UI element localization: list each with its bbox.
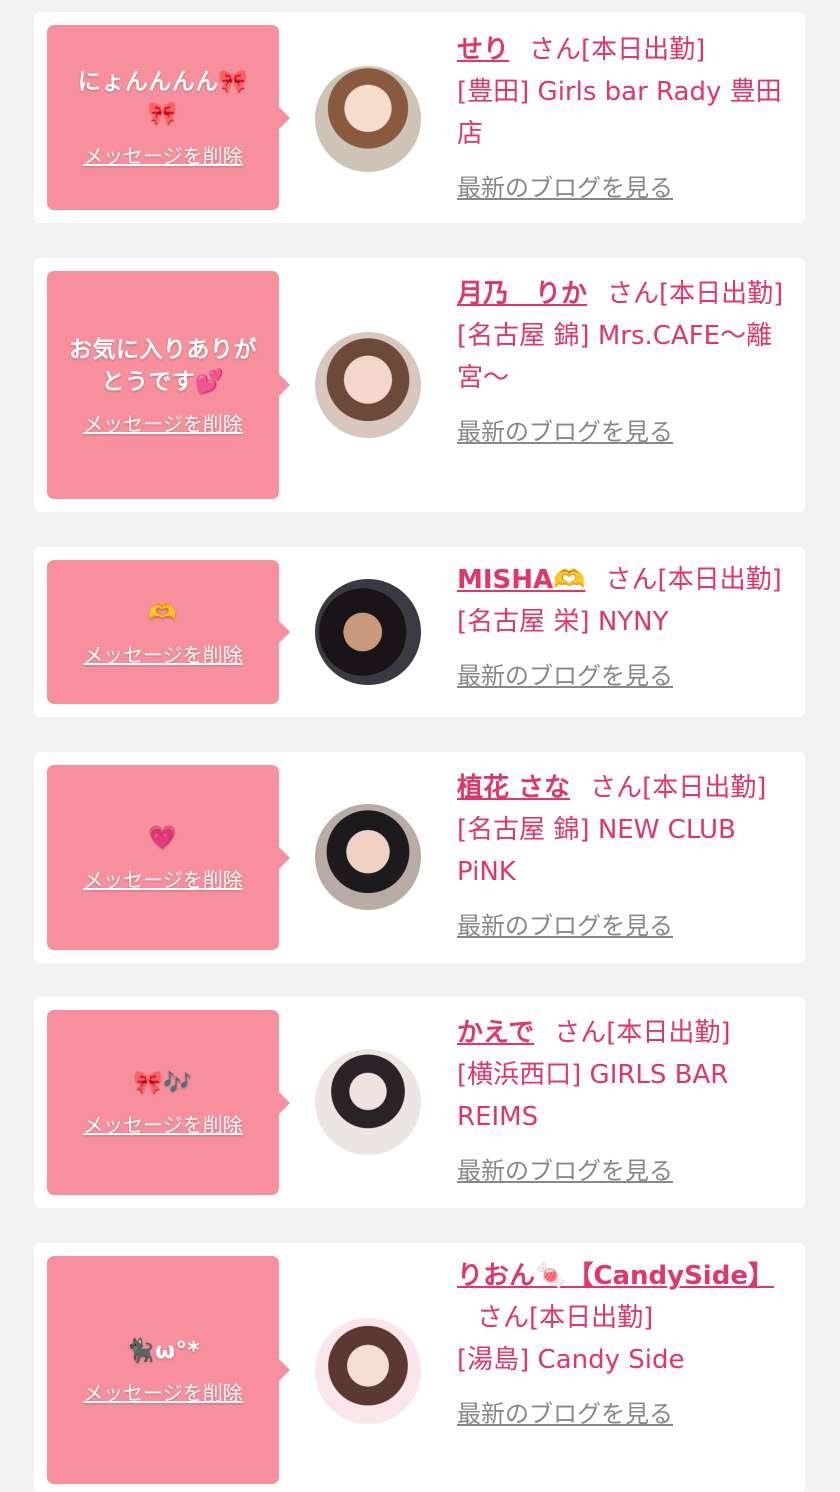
- blog-link[interactable]: 最新のブログを見る: [457, 167, 797, 209]
- cast-name-link[interactable]: かえで: [457, 1018, 534, 1048]
- blog-link[interactable]: 最新のブログを見る: [457, 905, 797, 947]
- cast-suffix: さん[本日出勤]: [607, 279, 784, 309]
- cast-suffix: さん[本日出勤]: [605, 565, 782, 595]
- message-bubble: お気に入りありがとうです💕 メッセージを削除: [47, 271, 290, 499]
- delete-message-link[interactable]: メッセージを削除: [83, 1377, 243, 1406]
- shop-name: [名古屋 栄] NYNY: [457, 607, 669, 637]
- cast-name-link[interactable]: 月乃 りか: [457, 279, 587, 309]
- message-card: にょんんんん🎀🎀 メッセージを削除 せり さん[本日出勤] [豊田] Girls …: [34, 12, 805, 223]
- delete-message-link[interactable]: メッセージを削除: [83, 1109, 243, 1138]
- delete-message-link[interactable]: メッセージを削除: [83, 864, 243, 893]
- cast-info: りおん🍬【CandySide】さん[本日出勤] [湯島] Candy Side …: [457, 1255, 797, 1435]
- cast-info: 月乃 りか さん[本日出勤] [名古屋 錦] Mrs.CAFE〜離宮〜 最新のブロ…: [457, 273, 797, 453]
- message-text: 🫶: [148, 599, 178, 626]
- shop-name: [豊田] Girls bar Rady 豊田店: [457, 77, 782, 149]
- avatar[interactable]: [315, 66, 421, 172]
- avatar[interactable]: [315, 1049, 421, 1155]
- cast-info: MISHA🫶 さん[本日出勤] [名古屋 栄] NYNY 最新のブログを見る: [457, 559, 797, 697]
- avatar[interactable]: [315, 579, 421, 685]
- cast-suffix: さん[本日出勤]: [529, 35, 706, 65]
- message-bubble: 💗 メッセージを削除: [47, 765, 290, 950]
- cast-name-link[interactable]: 植花 さな: [457, 773, 570, 803]
- cast-suffix: さん[本日出勤]: [554, 1018, 731, 1048]
- delete-message-link[interactable]: メッセージを削除: [83, 639, 243, 668]
- cast-suffix: さん[本日出勤]: [590, 773, 767, 803]
- message-text: 🐈‍⬛ω°*: [125, 1337, 201, 1364]
- message-card: 🐈‍⬛ω°* メッセージを削除 りおん🍬【CandySide】さん[本日出勤] …: [34, 1243, 805, 1492]
- blog-link[interactable]: 最新のブログを見る: [457, 411, 797, 453]
- cast-suffix: さん[本日出勤]: [477, 1303, 654, 1333]
- shop-name: [名古屋 錦] Mrs.CAFE〜離宮〜: [457, 321, 773, 393]
- blog-link[interactable]: 最新のブログを見る: [457, 1150, 797, 1192]
- cast-name-link[interactable]: りおん🍬【CandySide】: [457, 1261, 774, 1291]
- message-card: 🎀🎶 メッセージを削除 かえで さん[本日出勤] [横浜西口] GIRLS BAR…: [34, 997, 805, 1208]
- shop-name: [横浜西口] GIRLS BAR REIMS: [457, 1060, 729, 1132]
- cast-name-link[interactable]: MISHA🫶: [457, 565, 586, 595]
- message-bubble: 🎀🎶 メッセージを削除: [47, 1010, 290, 1195]
- message-bubble: にょんんんん🎀🎀 メッセージを削除: [47, 25, 290, 210]
- shop-name: [名古屋 錦] NEW CLUB PiNK: [457, 815, 736, 887]
- shop-name: [湯島] Candy Side: [457, 1345, 685, 1375]
- cast-name-link[interactable]: せり: [457, 35, 509, 65]
- cast-info: せり さん[本日出勤] [豊田] Girls bar Rady 豊田店 最新のブロ…: [457, 29, 797, 209]
- message-card: お気に入りありがとうです💕 メッセージを削除 月乃 りか さん[本日出勤] [名古…: [34, 258, 805, 512]
- delete-message-link[interactable]: メッセージを削除: [83, 140, 243, 169]
- message-card: 🫶 メッセージを削除 MISHA🫶 さん[本日出勤] [名古屋 栄] NYNY 最…: [34, 547, 805, 717]
- avatar[interactable]: [315, 1318, 421, 1424]
- blog-link[interactable]: 最新のブログを見る: [457, 1393, 797, 1435]
- message-text: お気に入りありがとうです💕: [69, 336, 257, 395]
- delete-message-link[interactable]: メッセージを削除: [83, 408, 243, 437]
- avatar[interactable]: [315, 804, 421, 910]
- message-bubble: 🐈‍⬛ω°* メッセージを削除: [47, 1256, 290, 1484]
- cast-info: かえで さん[本日出勤] [横浜西口] GIRLS BAR REIMS 最新のブロ…: [457, 1012, 797, 1192]
- message-bubble: 🫶 メッセージを削除: [47, 560, 290, 704]
- message-text: 💗: [148, 825, 178, 851]
- cast-info: 植花 さな さん[本日出勤] [名古屋 錦] NEW CLUB PiNK 最新のブ…: [457, 767, 797, 947]
- message-card: 💗 メッセージを削除 植花 さな さん[本日出勤] [名古屋 錦] NEW CLU…: [34, 752, 805, 963]
- avatar[interactable]: [315, 332, 421, 438]
- message-text: にょんんんん🎀🎀: [77, 69, 249, 127]
- blog-link[interactable]: 最新のブログを見る: [457, 655, 797, 697]
- message-text: 🎀🎶: [133, 1070, 193, 1096]
